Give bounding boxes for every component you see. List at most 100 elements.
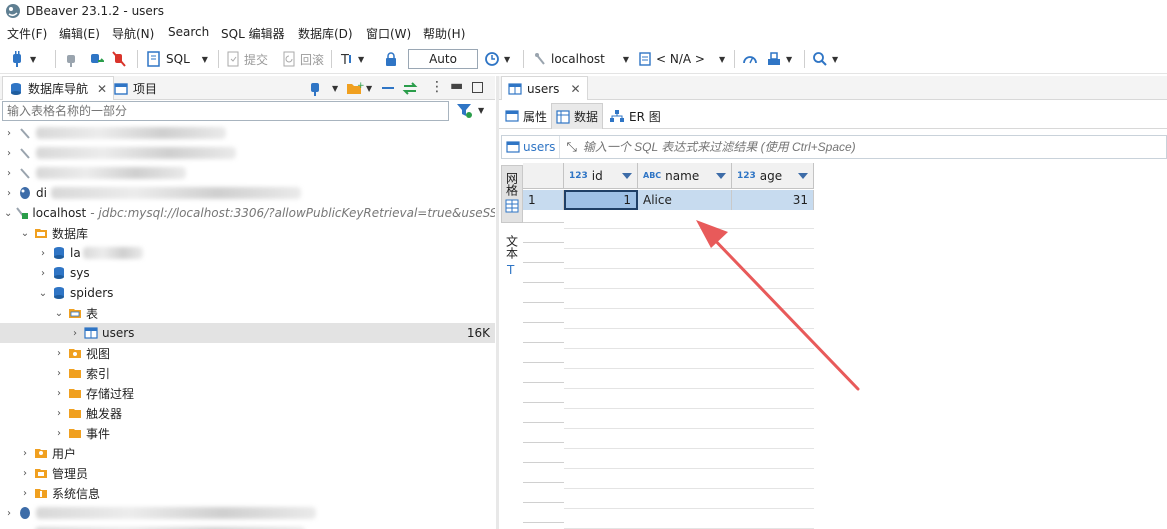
column-name: name (665, 168, 700, 183)
text-view-label: 文本 (504, 235, 519, 259)
table-icon (83, 326, 99, 340)
data-grid-icon (556, 109, 570, 124)
menu-navigate[interactable]: 导航(N) (112, 25, 154, 42)
rollback-button[interactable]: 回滚 (282, 48, 324, 70)
tree-row-postgres-connection[interactable]: › di (0, 183, 495, 203)
column-header-id[interactable]: 123 id (564, 163, 638, 189)
table-filter-input[interactable] (2, 101, 449, 121)
transaction-mode-field[interactable]: Auto (408, 49, 478, 69)
tree-row-users-folder[interactable]: › 用户 (0, 443, 495, 463)
menu-sql-editor[interactable]: SQL 编辑器 (221, 25, 285, 42)
disconnect-button[interactable] (112, 48, 126, 70)
users-folder-icon (33, 446, 49, 460)
datasource-icon (17, 166, 33, 180)
sort-arrow-icon[interactable] (622, 172, 632, 179)
cell-id[interactable]: 1 (564, 190, 638, 210)
sql-editor-button[interactable]: SQL ▼ (146, 48, 208, 70)
tree-row-events[interactable]: › 事件 (0, 423, 495, 443)
column-header-name[interactable]: ABC name (638, 163, 732, 189)
tree-row-tables[interactable]: ⌄ 表 (0, 303, 495, 323)
tab-project[interactable]: 项目 (114, 80, 157, 97)
tree-row-system-info[interactable]: › 系统信息 (0, 483, 495, 503)
cell-name[interactable]: Alice (638, 190, 732, 210)
tree-row-procedures[interactable]: › 存储过程 (0, 383, 495, 403)
chevron-down-icon[interactable]: ▼ (366, 84, 372, 93)
tree-row-indexes[interactable]: › 索引 (0, 363, 495, 383)
tree-row-blurred-connection[interactable]: › (0, 503, 495, 523)
dashboard-button[interactable] (742, 48, 758, 70)
tree-row-blurred-connection[interactable]: › (0, 163, 495, 183)
tree-row-database-sys[interactable]: › sys (0, 263, 495, 283)
chevron-down-icon[interactable]: ▼ (332, 84, 338, 93)
close-icon[interactable]: ✕ (570, 82, 580, 96)
schema-selector[interactable]: < N/A > ▼ (638, 48, 725, 70)
tree-row-blurred-connection[interactable]: › (0, 143, 495, 163)
plug-add-icon (13, 51, 21, 67)
sort-arrow-icon[interactable] (716, 172, 726, 179)
grid-view-button[interactable]: 网格 (501, 165, 523, 223)
tree-row-table-users[interactable]: › users 16K (0, 323, 495, 343)
tree-row-localhost[interactable]: ⌄ localhost - jdbc:mysql://localhost:330… (0, 203, 495, 223)
menu-edit[interactable]: 编辑(E) (59, 25, 100, 42)
menu-database[interactable]: 数据库(D) (298, 25, 353, 42)
new-folder-button[interactable]: + (346, 80, 364, 96)
tab-data[interactable]: 数据 (551, 103, 604, 129)
tree-row-database-spiders[interactable]: ⌄ spiders (0, 283, 495, 303)
connect-button[interactable] (64, 48, 78, 70)
search-button[interactable]: ▼ (812, 48, 838, 70)
rollback-icon (283, 51, 295, 67)
tab-properties[interactable]: 属性 (501, 103, 551, 129)
tab-users[interactable]: users ✕ (501, 76, 588, 100)
transaction-mode-button[interactable]: T ▼ (340, 48, 364, 70)
commit-button[interactable]: 提交 (226, 48, 268, 70)
menu-file[interactable]: 文件(F) (7, 25, 47, 42)
tree-row-triggers[interactable]: › 触发器 (0, 403, 495, 423)
row-number-column (523, 163, 564, 529)
tab-database-navigator[interactable]: 数据库导航 ✕ (2, 76, 115, 100)
row-number-cell[interactable]: 1 (523, 190, 564, 210)
minimize-icon[interactable]: ▬ (450, 78, 463, 94)
datasource-selector[interactable]: localhost ▼ (533, 48, 629, 70)
window-title: DBeaver 23.1.2 - users (26, 4, 164, 18)
close-icon[interactable]: ✕ (97, 82, 107, 96)
tab-er-diagram[interactable]: ER 图 (605, 103, 665, 129)
menu-help[interactable]: 帮助(H) (423, 25, 465, 42)
reconnect-button[interactable] (88, 48, 104, 70)
maximize-icon[interactable] (472, 82, 483, 93)
tree-row-label: 表 (86, 306, 99, 321)
expand-icon[interactable]: ⤡ (566, 140, 576, 155)
panel-splitter[interactable] (496, 76, 499, 529)
lock-icon (386, 52, 396, 66)
sql-filter-input[interactable] (582, 140, 1166, 154)
tools-button[interactable]: ▼ (766, 48, 792, 70)
history-button[interactable]: ▼ (484, 48, 510, 70)
er-diagram-icon (610, 110, 624, 122)
tree-row-database-la[interactable]: › la (0, 243, 495, 263)
plug-add-icon (311, 83, 319, 96)
gauge-icon (743, 56, 757, 64)
tree-row-databases[interactable]: ⌄ 数据库 (0, 223, 495, 243)
tree-row-blurred-connection[interactable]: › (0, 123, 495, 143)
text-view-button[interactable]: 文本 T (501, 235, 523, 295)
menu-window[interactable]: 窗口(W) (366, 25, 411, 42)
view-menu-icon[interactable]: ⋮ (430, 79, 444, 95)
collapse-all-button[interactable] (380, 80, 396, 96)
database-tools-icon (768, 52, 780, 65)
filter-options-button[interactable]: ▼ (456, 102, 484, 118)
menu-search[interactable]: Search (168, 25, 209, 39)
link-editor-button[interactable] (402, 80, 418, 96)
tree-row-blurred-connection[interactable] (0, 523, 495, 529)
new-connection-mini-button[interactable] (308, 80, 324, 96)
editor-subtabs: 属性 数据 ER 图 (499, 101, 1167, 129)
svg-text:T: T (506, 263, 515, 276)
sort-arrow-icon[interactable] (798, 172, 808, 179)
tree-row-label: 事件 (86, 426, 111, 441)
tree-row-views[interactable]: › 视图 (0, 343, 495, 363)
tab-properties-label: 属性 (523, 109, 548, 124)
tree-row-admins[interactable]: › 管理员 (0, 463, 495, 483)
column-header-age[interactable]: 123 age (732, 163, 814, 189)
cell-age[interactable]: 31 (732, 190, 814, 210)
new-connection-button[interactable]: ▼ (10, 48, 36, 70)
schema-icon (639, 52, 651, 66)
lock-button[interactable] (384, 48, 398, 70)
